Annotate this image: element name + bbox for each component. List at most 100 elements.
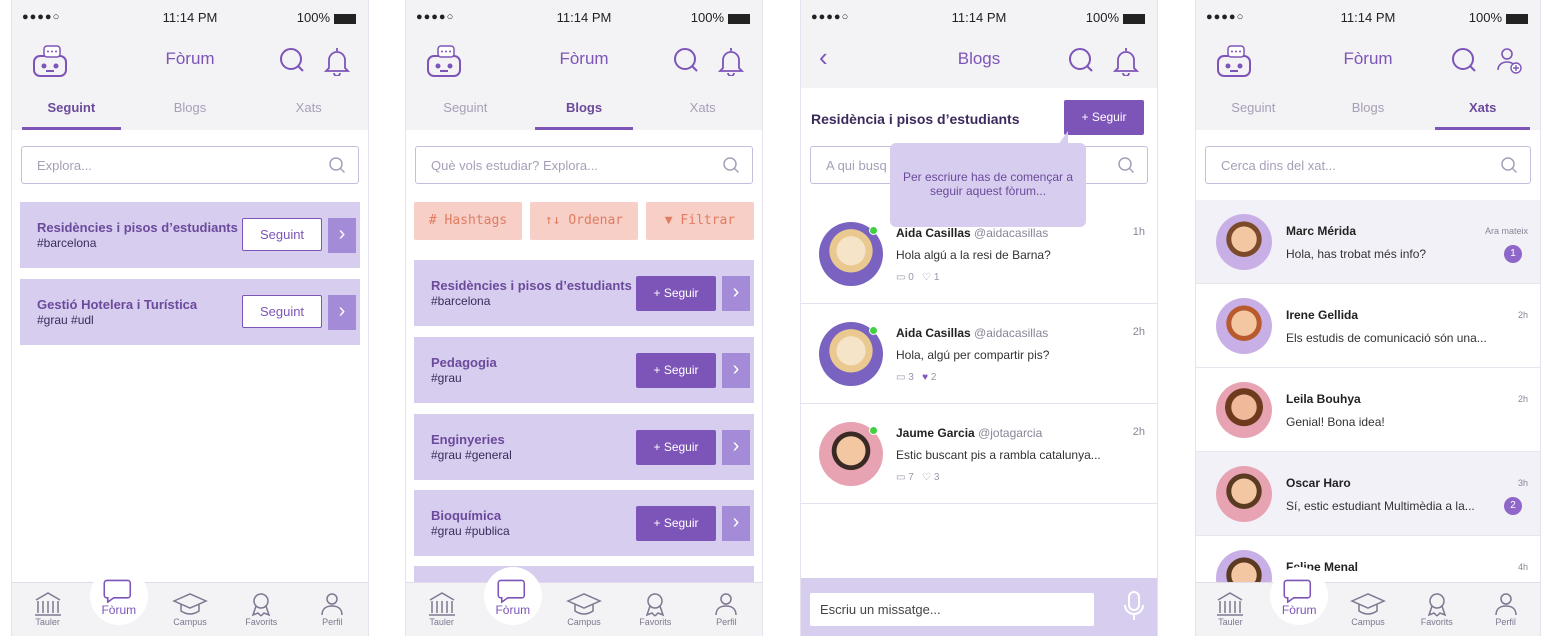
chat-item[interactable]: Irene Gellida Els estudis de comunicació… bbox=[1196, 284, 1540, 368]
chevron-right-icon[interactable]: › bbox=[328, 218, 356, 253]
nav-favorites[interactable]: Favorits bbox=[226, 583, 297, 636]
nav-dashboard[interactable]: Tauler bbox=[12, 583, 83, 636]
forum-title: Residències i pisos d’estudiants bbox=[37, 220, 238, 235]
search-icon[interactable] bbox=[1450, 46, 1478, 79]
follow-button[interactable]: + Seguir bbox=[1064, 100, 1144, 135]
author-handle: @jotagarcia bbox=[978, 426, 1043, 440]
tab-chats[interactable]: Xats bbox=[249, 88, 368, 130]
chat-item[interactable]: Marc Mérida Hola, has trobat més info? A… bbox=[1196, 200, 1540, 284]
post-item[interactable]: Aida Casillas @aidacasillas 2h Hola, alg… bbox=[801, 304, 1157, 404]
hashtags-button[interactable]: # Hashtags bbox=[414, 202, 522, 240]
nav-label: Favorits bbox=[639, 617, 672, 627]
tab-following[interactable]: Seguint bbox=[1196, 88, 1311, 130]
forum-card[interactable]: Gestió Hotelera i Turística #grau #udl S… bbox=[20, 279, 360, 345]
chevron-right-icon[interactable]: › bbox=[328, 295, 356, 330]
post-author[interactable]: Aida Casillas @aidacasillas bbox=[896, 326, 1048, 340]
chat-preview: Sí, estic estudiant Multimèdia a la... bbox=[1286, 499, 1475, 513]
nav-profile[interactable]: Perfil bbox=[297, 583, 368, 636]
tab-blogs[interactable]: Blogs bbox=[525, 88, 644, 130]
search-icon[interactable] bbox=[278, 46, 306, 79]
nav-favorites[interactable]: Favorits bbox=[1402, 583, 1471, 636]
chevron-right-icon[interactable]: › bbox=[722, 353, 750, 388]
chat-time: 2h bbox=[1517, 394, 1528, 404]
chat-time: 4h bbox=[1517, 562, 1528, 572]
microphone-icon[interactable] bbox=[1123, 590, 1145, 627]
page-title: Fòrum bbox=[1343, 49, 1393, 68]
forum-card[interactable]: Residències i pisos d’estudiants #barcel… bbox=[20, 202, 360, 268]
nav-campus[interactable]: Campus bbox=[548, 583, 619, 636]
follow-button[interactable]: + Seguir bbox=[636, 506, 716, 541]
comment-icon[interactable]: ▭ bbox=[896, 272, 908, 283]
follow-button[interactable]: + Seguir bbox=[636, 276, 716, 311]
forum-tags: #barcelona bbox=[37, 236, 97, 250]
comment-icon[interactable]: ▭ bbox=[896, 472, 908, 483]
comment-icon[interactable]: ▭ bbox=[896, 372, 908, 383]
tab-chats[interactable]: Xats bbox=[1425, 88, 1540, 130]
bell-icon[interactable] bbox=[717, 46, 745, 81]
chat-item[interactable]: Leila Bouhya Genial! Bona idea! 2h bbox=[1196, 368, 1540, 452]
forum-card[interactable]: Enginyeries #grau #general + Seguir › bbox=[414, 414, 754, 480]
nav-label: Campus bbox=[173, 617, 207, 627]
follow-button[interactable]: + Seguir bbox=[636, 353, 716, 388]
follow-button[interactable]: + Seguir bbox=[636, 430, 716, 465]
nav-forum[interactable]: Fòrum bbox=[1265, 567, 1334, 636]
forum-card[interactable]: Residències i pisos d’estudiants #barcel… bbox=[414, 260, 754, 326]
tab-bar: Seguint Blogs Xats bbox=[406, 88, 762, 130]
heart-filled-icon[interactable]: ♥ bbox=[922, 372, 931, 383]
screen-chats: ●●●●○ 11:14 PM 100% Fòrum Seguint Blogs … bbox=[1195, 0, 1541, 636]
building-icon bbox=[1217, 592, 1244, 616]
search-icon[interactable] bbox=[672, 46, 700, 79]
nav-forum[interactable]: Fòrum bbox=[477, 567, 548, 636]
nav-campus[interactable]: Campus bbox=[154, 583, 225, 636]
filter-bar: # Hashtags ↑↓ Ordenar ▼ Filtrar bbox=[414, 202, 754, 240]
chevron-right-icon[interactable]: › bbox=[722, 506, 750, 541]
search-placeholder: Cerca dins del xat... bbox=[1221, 158, 1336, 173]
nav-forum[interactable]: Fòrum bbox=[83, 567, 154, 636]
heart-icon[interactable]: ♡ bbox=[922, 272, 934, 283]
user-icon bbox=[1494, 593, 1517, 616]
heart-icon[interactable]: ♡ bbox=[922, 472, 934, 483]
battery-label: 100% bbox=[690, 10, 724, 25]
chevron-right-icon[interactable]: › bbox=[722, 276, 750, 311]
nav-label: Perfil bbox=[1495, 617, 1516, 627]
nav-label: Perfil bbox=[322, 617, 343, 627]
following-button[interactable]: Seguint bbox=[242, 218, 322, 251]
search-input[interactable]: Què vols estudiar? Explora... bbox=[415, 146, 753, 184]
search-icon[interactable] bbox=[1067, 46, 1095, 79]
search-input[interactable]: Cerca dins del xat... bbox=[1205, 146, 1531, 184]
nav-profile[interactable]: Perfil bbox=[1471, 583, 1540, 636]
filter-button[interactable]: ▼ Filtrar bbox=[646, 202, 754, 240]
post-author[interactable]: Aida Casillas @aidacasillas bbox=[896, 226, 1048, 240]
tab-blogs[interactable]: Blogs bbox=[1311, 88, 1426, 130]
building-icon bbox=[34, 592, 61, 616]
nav-profile[interactable]: Perfil bbox=[691, 583, 762, 636]
chat-item[interactable]: Oscar Haro Sí, estic estudiant Multimèdi… bbox=[1196, 452, 1540, 536]
bell-icon[interactable] bbox=[323, 46, 351, 81]
post-author[interactable]: Jaume Garcia @jotagarcia bbox=[896, 426, 1042, 440]
forum-card[interactable]: Bioquímica #grau #publica + Seguir › bbox=[414, 490, 754, 556]
search-input[interactable]: Explora... bbox=[21, 146, 359, 184]
forum-card[interactable]: Pedagogia #grau + Seguir › bbox=[414, 337, 754, 403]
sort-button[interactable]: ↑↓ Ordenar bbox=[530, 202, 638, 240]
nav-campus[interactable]: Campus bbox=[1334, 583, 1403, 636]
message-input[interactable]: Escriu un missatge... bbox=[810, 593, 1094, 626]
tab-following[interactable]: Seguint bbox=[12, 88, 131, 130]
online-indicator bbox=[869, 226, 878, 235]
nav-dashboard[interactable]: Tauler bbox=[1196, 583, 1265, 636]
bell-icon[interactable] bbox=[1112, 46, 1140, 81]
graduation-cap-icon bbox=[172, 593, 208, 615]
forum-tags: #grau #general bbox=[431, 448, 512, 462]
nav-favorites[interactable]: Favorits bbox=[620, 583, 691, 636]
post-text: Hola algú a la resi de Barna? bbox=[896, 248, 1051, 262]
graduation-cap-icon bbox=[1350, 593, 1386, 615]
add-user-icon[interactable] bbox=[1496, 46, 1522, 81]
tab-chats[interactable]: Xats bbox=[643, 88, 762, 130]
chevron-right-icon[interactable]: › bbox=[722, 430, 750, 465]
following-button[interactable]: Seguint bbox=[242, 295, 322, 328]
post-item[interactable]: Jaume Garcia @jotagarcia 2h Estic buscan… bbox=[801, 404, 1157, 504]
tab-following[interactable]: Seguint bbox=[406, 88, 525, 130]
nav-dashboard[interactable]: Tauler bbox=[406, 583, 477, 636]
battery-icon bbox=[1123, 13, 1145, 24]
filter-label: Filtrar bbox=[680, 213, 736, 228]
tab-blogs[interactable]: Blogs bbox=[131, 88, 250, 130]
